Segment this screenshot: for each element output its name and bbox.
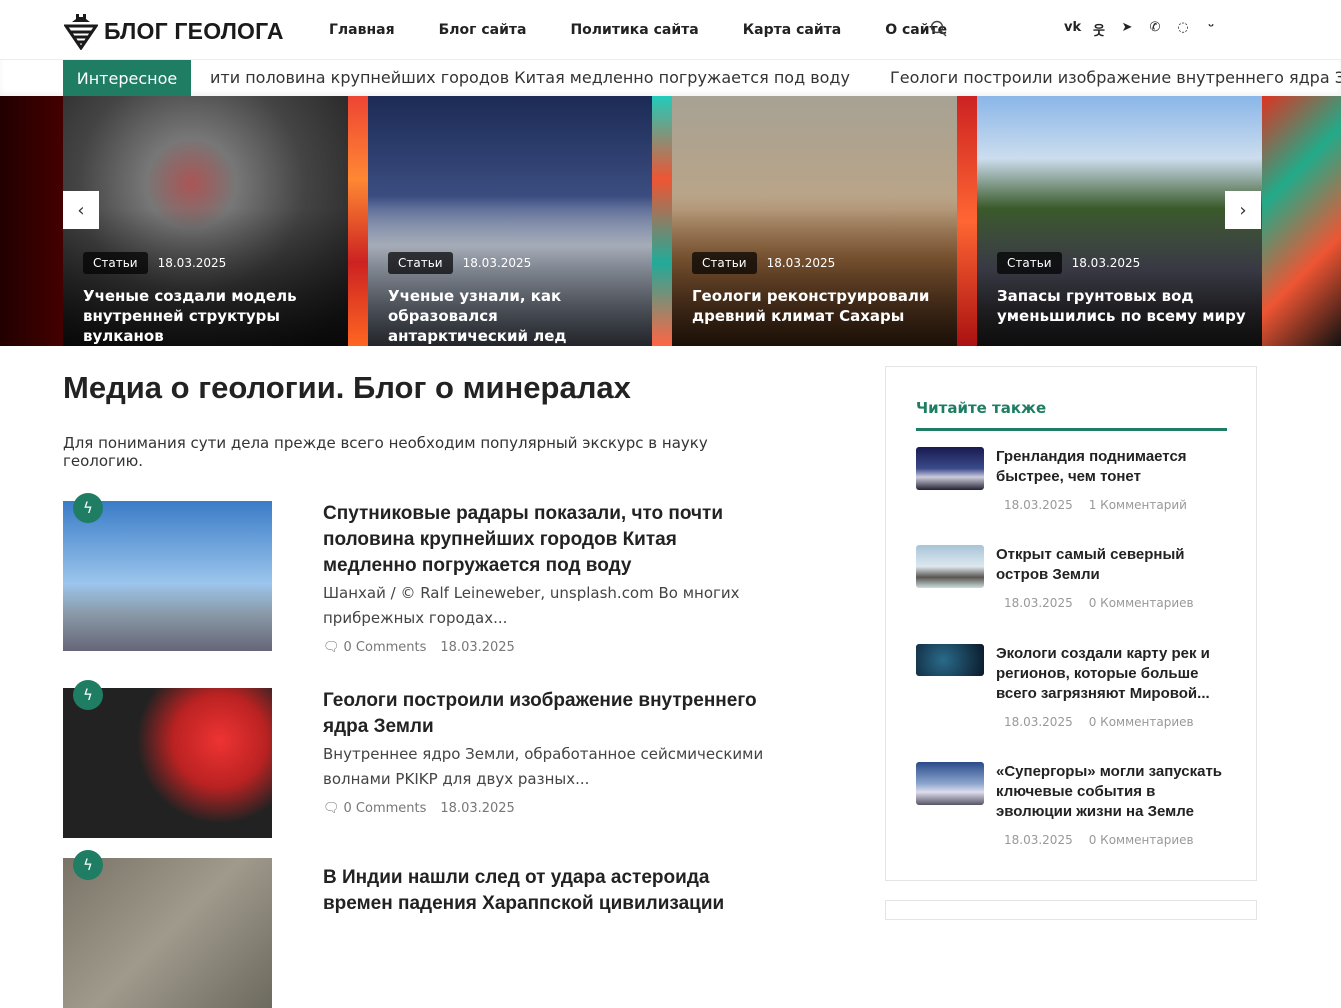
related-thumbnail[interactable] — [916, 545, 984, 588]
related-date: 18.03.2025 — [1004, 833, 1073, 847]
related-title[interactable]: «Супергоры» могли запускать ключевые соб… — [996, 762, 1226, 822]
related-title[interactable]: Открыт самый северный остров Земли — [996, 545, 1226, 585]
slide[interactable]: Статьи 18.03.2025 Запасы грунтовых вод ум… — [977, 96, 1262, 346]
comment-icon: 🗨︎ — [323, 640, 340, 655]
slide-date: 18.03.2025 — [766, 256, 836, 270]
divider — [916, 428, 1227, 431]
site-logo[interactable]: БЛОГ ГЕОЛОГА — [64, 12, 284, 50]
slider-next-button[interactable]: › — [1225, 191, 1261, 229]
search-icon[interactable] — [930, 20, 948, 38]
nav-home[interactable]: Главная — [329, 22, 395, 38]
slide-category[interactable]: Статьи — [997, 252, 1062, 274]
post-title[interactable]: Геологи построили изображение внутреннег… — [323, 688, 773, 740]
post-date: 18.03.2025 — [440, 640, 515, 655]
featured-slider: Статьи 18.03.2025 Ученые создали модель в… — [0, 96, 1341, 346]
viber-icon[interactable]: ✆ — [1148, 20, 1162, 39]
vk-icon[interactable]: vk — [1064, 20, 1081, 39]
logo-icon — [64, 14, 98, 50]
whatsapp-icon[interactable]: ◌ — [1176, 20, 1190, 39]
next-widget — [885, 900, 1257, 920]
bolt-icon: ϟ — [73, 850, 103, 880]
related-thumbnail[interactable] — [916, 644, 984, 676]
ok-icon[interactable]: 웃 — [1092, 20, 1106, 39]
widget-title: Читайте также — [916, 399, 1047, 417]
nav-blog[interactable]: Блог сайта — [439, 22, 527, 38]
related-comments[interactable]: 0 Комментариев — [1089, 712, 1194, 732]
ticker-item[interactable]: ити половина крупнейших городов Китая ме… — [210, 68, 850, 87]
ticker-label: Интересное — [63, 60, 191, 96]
site-header: БЛОГ ГЕОЛОГА Главная Блог сайта Политика… — [0, 0, 1341, 60]
post-excerpt: Внутреннее ядро Земли, обработанное сейс… — [323, 745, 764, 788]
main-nav: Главная Блог сайта Политика сайта Карта … — [329, 22, 947, 38]
post-thumbnail[interactable] — [63, 688, 272, 838]
post-thumbnail[interactable] — [63, 501, 272, 651]
logo-text: БЛОГ ГЕОЛОГА — [104, 17, 284, 44]
bolt-icon: ϟ — [73, 680, 103, 710]
slide[interactable]: Статьи 18.03.2025 Ученые узнали, как обра… — [368, 96, 653, 346]
telegram-icon[interactable]: ➤ — [1120, 20, 1134, 39]
nav-policy[interactable]: Политика сайта — [570, 22, 698, 38]
related-title[interactable]: Гренландия поднимается быстрее, чем тоне… — [996, 447, 1226, 487]
comment-icon: 🗨︎ — [323, 801, 340, 816]
slide[interactable]: Статьи 18.03.2025 Геологи реконструировал… — [672, 96, 957, 346]
related-title[interactable]: Экологи создали карту рек и регионов, ко… — [996, 644, 1226, 704]
related-post: Экологи создали карту рек и регионов, ко… — [916, 644, 1236, 729]
slide-category[interactable]: Статьи — [388, 252, 453, 274]
ticker-item[interactable]: Геологи построили изображение внутреннег… — [890, 68, 1341, 87]
related-comments[interactable]: 0 Комментариев — [1089, 830, 1194, 850]
slide-category[interactable]: Статьи — [692, 252, 757, 274]
bolt-icon: ϟ — [73, 493, 103, 523]
max-icon[interactable]: ᵕ — [1204, 20, 1218, 39]
slide-title[interactable]: Геологи реконструировали древний климат … — [692, 286, 943, 326]
related-date: 18.03.2025 — [1004, 596, 1073, 610]
news-ticker: Интересное ити половина крупнейших город… — [0, 60, 1341, 96]
read-also-widget: Читайте также Гренландия поднимается быс… — [885, 366, 1257, 881]
related-comments[interactable]: 0 Комментариев — [1089, 593, 1194, 613]
related-date: 18.03.2025 — [1004, 498, 1073, 512]
post-thumbnail[interactable] — [63, 858, 272, 1008]
page-title: Медиа о геологии. Блог о минералах — [63, 370, 631, 405]
related-thumbnail[interactable] — [916, 762, 984, 805]
post-date: 18.03.2025 — [440, 801, 515, 816]
slide[interactable]: Статьи 18.03.2025 Ученые создали модель в… — [63, 96, 348, 346]
slide-title[interactable]: Ученые создали модель внутренней структу… — [83, 286, 334, 346]
nav-sitemap[interactable]: Карта сайта — [743, 22, 841, 38]
social-links: vk 웃 ➤ ✆ ◌ ᵕ — [1064, 20, 1218, 39]
post-excerpt: Шанхай / © Ralf Leineweber, unsplash.com… — [323, 584, 740, 627]
related-date: 18.03.2025 — [1004, 715, 1073, 729]
main-content: Медиа о геологии. Блог о минералах Для п… — [63, 370, 783, 1008]
slide-title[interactable]: Ученые узнали, как образовался антарктич… — [388, 286, 639, 346]
slide-category[interactable]: Статьи — [83, 252, 148, 274]
post-comments[interactable]: 0 Comments — [344, 635, 427, 661]
related-thumbnail[interactable] — [916, 447, 984, 490]
slide-title[interactable]: Запасы грунтовых вод уменьшились по всем… — [997, 286, 1248, 326]
post-title[interactable]: В Индии нашли след от удара астероида вр… — [323, 865, 773, 917]
slider-prev-button[interactable]: ‹ — [63, 191, 99, 229]
post-title[interactable]: Спутниковые радары показали, что почти п… — [323, 501, 773, 579]
related-comments[interactable]: 1 Комментарий — [1089, 495, 1187, 515]
slide-date: 18.03.2025 — [1071, 256, 1141, 270]
post-comments[interactable]: 0 Comments — [344, 796, 427, 822]
slide-date: 18.03.2025 — [157, 256, 227, 270]
page-intro: Для понимания сути дела прежде всего нео… — [63, 434, 708, 470]
slide-date: 18.03.2025 — [462, 256, 532, 270]
